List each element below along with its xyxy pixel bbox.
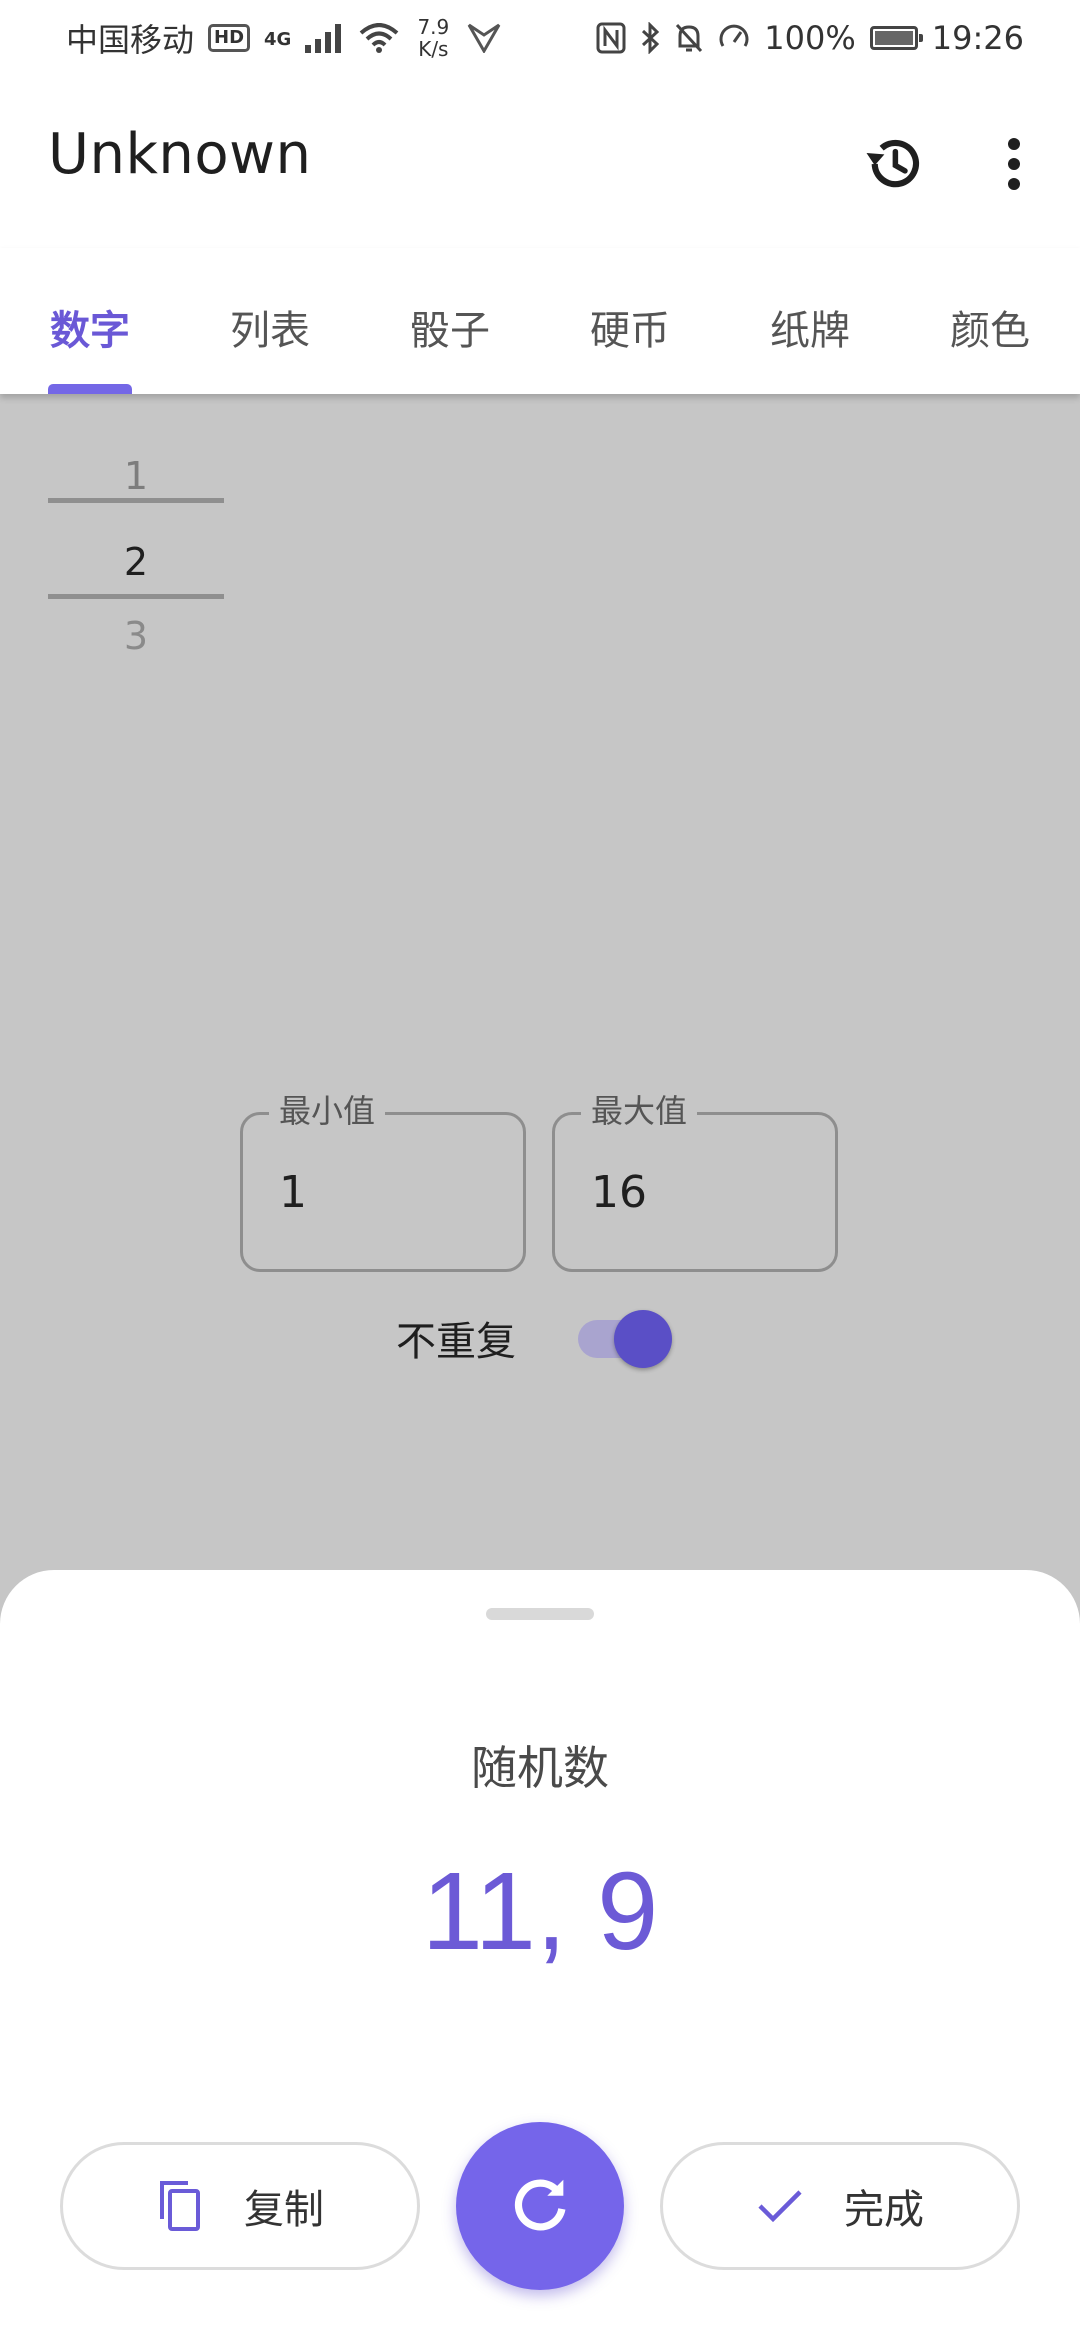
picker-value-next: 3	[123, 614, 149, 658]
tab-coin[interactable]: 硬币	[590, 298, 670, 356]
carrier-name: 中国移动	[66, 21, 195, 59]
battery-icon	[869, 26, 923, 50]
copy-label: 复制	[244, 2187, 324, 2233]
status-right: 100% 19:26	[596, 19, 1024, 57]
tab-colors[interactable]: 颜色	[950, 298, 1030, 356]
bell-off-icon	[676, 23, 703, 53]
result-bottom-sheet: 随机数 11, 9 复制 完成	[0, 1570, 1080, 2340]
picker-value-selected: 2	[123, 540, 149, 584]
battery-percent: 100%	[764, 19, 856, 57]
app-title: Unknown	[48, 122, 312, 187]
status-left: 中国移动 HD 4G 7.9 K/s	[66, 15, 501, 61]
max-value-field[interactable]: 最大值 16	[552, 1089, 838, 1272]
tab-indicator	[48, 384, 132, 394]
speedometer-icon	[719, 24, 749, 47]
nfc-icon	[596, 22, 626, 54]
battery-fill	[874, 31, 913, 45]
no-repeat-toggle[interactable]	[578, 1310, 674, 1368]
signal-icon	[305, 24, 342, 53]
bluetooth-icon	[642, 22, 660, 54]
hd-badge: HD	[208, 24, 251, 52]
random-result: 11, 9	[421, 1850, 659, 1973]
done-button[interactable]: 完成	[660, 2142, 1020, 2270]
more-options-button[interactable]	[990, 126, 1038, 202]
min-value-label: 最小值	[269, 1089, 386, 1133]
done-label: 完成	[844, 2187, 924, 2233]
tab-bar: 数字 列表 骰子 硬币 纸牌 颜色	[0, 248, 1080, 394]
picker-divider-top	[48, 498, 224, 503]
picker-divider-bottom	[48, 594, 224, 599]
history-button[interactable]	[856, 126, 932, 202]
max-value-input[interactable]: 16	[591, 1167, 647, 1218]
toggle-thumb	[614, 1310, 672, 1368]
no-repeat-label: 不重复	[396, 1319, 516, 1365]
min-value-field[interactable]: 最小值 1	[240, 1089, 526, 1272]
drag-handle[interactable]	[486, 1608, 594, 1620]
min-value-input[interactable]: 1	[279, 1167, 307, 1218]
tab-list[interactable]: 列表	[230, 298, 310, 356]
count-picker[interactable]: 1 2 3	[48, 454, 224, 694]
max-value-label: 最大值	[581, 1089, 698, 1133]
more-vert-icon	[1008, 138, 1020, 190]
check-icon	[758, 2190, 802, 2223]
regenerate-button[interactable]	[456, 2122, 624, 2290]
wifi-icon	[360, 23, 399, 53]
status-bar: 中国移动 HD 4G 7.9 K/s 100% 19:26	[0, 0, 1080, 76]
refresh-icon	[514, 2179, 566, 2231]
network-type: 4G	[264, 29, 292, 50]
tab-cards[interactable]: 纸牌	[770, 298, 850, 356]
sheet-title: 随机数	[471, 1741, 609, 1795]
speed-value: 7.9	[417, 15, 450, 39]
tab-dice[interactable]: 骰子	[410, 298, 490, 356]
copy-button[interactable]: 复制	[60, 2142, 420, 2270]
clock: 19:26	[931, 19, 1024, 57]
network-speed: 7.9 K/s	[413, 16, 453, 60]
app-bar: Unknown	[0, 76, 1080, 248]
picker-value-prev: 1	[123, 454, 149, 498]
speed-unit: K/s	[418, 37, 449, 61]
copy-icon	[160, 2181, 200, 2231]
vpn-icon	[468, 23, 501, 53]
numbers-content: 1 2 3 最小值 1 最大值 16 不重复	[0, 394, 1080, 1694]
tab-numbers[interactable]: 数字	[50, 298, 130, 356]
history-icon	[866, 139, 920, 188]
